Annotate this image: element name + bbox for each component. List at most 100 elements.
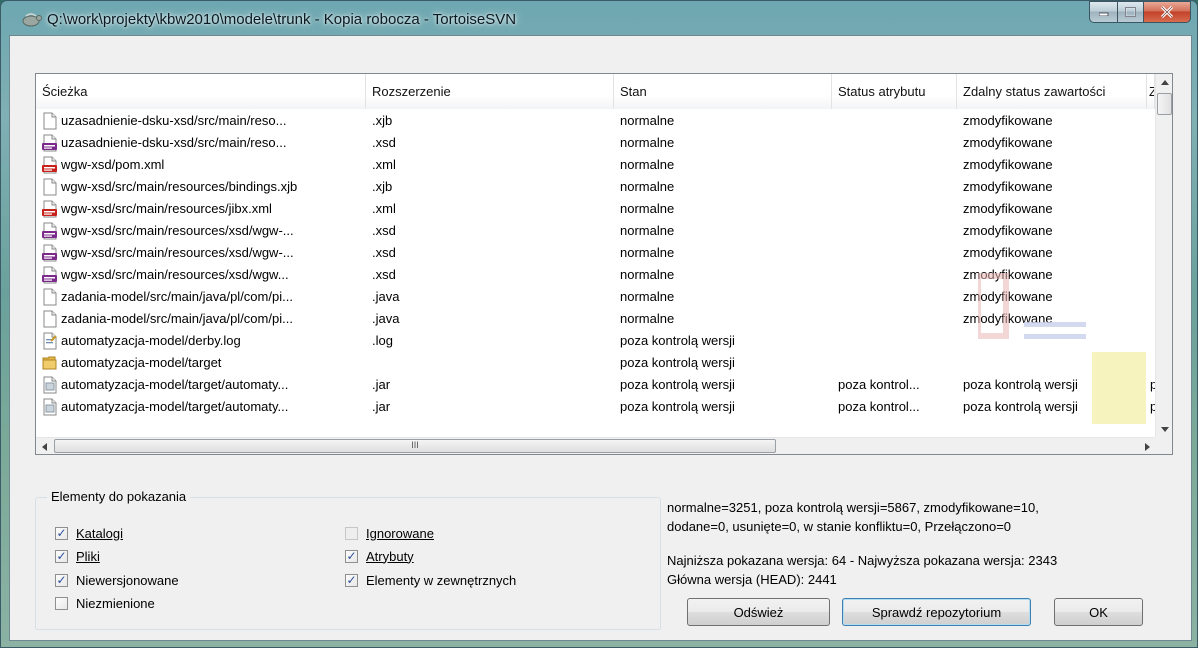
extra-cell: [1147, 242, 1155, 264]
arrow-down-icon: [1160, 427, 1169, 432]
table-row[interactable]: wgw-xsd/src/main/resources/xsd/wgw-... .x…: [36, 220, 1155, 242]
table-row[interactable]: uzasadnienie-dsku-xsd/src/main/reso... .x…: [36, 132, 1155, 154]
revision-range-info: Najniższa pokazana wersja: 64 - Najwyższ…: [667, 553, 1058, 568]
table-row[interactable]: uzasadnienie-dsku-xsd/src/main/reso... .x…: [36, 110, 1155, 132]
column-header-next[interactable]: Z: [1147, 74, 1155, 109]
table-row[interactable]: wgw-xsd/src/main/resources/xsd/wgw... .xs…: [36, 264, 1155, 286]
table-row[interactable]: wgw-xsd/src/main/resources/jibx.xml .xml n…: [36, 198, 1155, 220]
file-list[interactable]: Ścieżka Rozszerzenie Stan Status atrybut…: [35, 73, 1173, 455]
path-text: wgw-xsd/pom.xml: [61, 157, 165, 172]
path-cell: automatyzacja-model/derby.log: [36, 330, 366, 352]
ok-button[interactable]: OK: [1054, 598, 1143, 626]
table-row[interactable]: automatyzacja-model/target/automaty... .j…: [36, 374, 1155, 396]
close-button[interactable]: [1144, 1, 1191, 23]
horizontal-scroll-thumb[interactable]: III: [54, 439, 776, 453]
ext-cell: .java: [372, 289, 400, 304]
checkbox-box[interactable]: [55, 526, 68, 540]
attr-cell: [832, 176, 957, 198]
status-cell: normalne: [620, 311, 675, 326]
attr-cell: [832, 242, 957, 264]
folder-icon: [42, 354, 58, 372]
checkbox-box[interactable]: [345, 526, 358, 540]
scroll-right-button[interactable]: [1139, 438, 1156, 455]
column-header-extension[interactable]: Rozszerzenie: [366, 74, 614, 109]
remote-cell: zmodyfikowane: [963, 245, 1053, 260]
maximize-button[interactable]: [1117, 1, 1144, 23]
attr-cell: [832, 352, 957, 374]
attr-cell: [832, 308, 957, 330]
column-header-attr-status[interactable]: Status atrybutu: [832, 74, 957, 109]
checkbox-files[interactable]: Pliki: [55, 547, 100, 565]
status-cell: normalne: [620, 157, 675, 172]
attr-cell: [832, 154, 957, 176]
checkbox-label: Niezmienione: [76, 595, 155, 611]
title-bar[interactable]: Q:\work\projekty\kbw2010\modele\trunk - …: [1, 1, 1197, 35]
ext-cell: .jar: [372, 377, 391, 392]
extra-cell: [1147, 286, 1155, 308]
attr-cell: [832, 110, 957, 132]
check-repository-button[interactable]: Sprawdź repozytorium: [842, 598, 1031, 626]
table-row[interactable]: zadania-model/src/main/java/pl/com/pi...…: [36, 286, 1155, 308]
xsd-file-icon: [42, 266, 58, 284]
extra-cell: [1147, 132, 1155, 154]
checkbox-directories[interactable]: Katalogi: [55, 524, 123, 542]
jar-file-icon: [42, 398, 58, 416]
path-cell: uzasadnienie-dsku-xsd/src/main/reso...: [36, 110, 366, 132]
checkbox-unversioned[interactable]: Niewersjonowane: [55, 571, 179, 589]
column-header-status[interactable]: Stan: [614, 74, 832, 109]
file-icon: [42, 288, 58, 306]
checkbox-box[interactable]: [55, 596, 68, 610]
list-header: Ścieżka Rozszerzenie Stan Status atrybut…: [36, 74, 1155, 109]
path-text: automatyzacja-model/target/automaty...: [61, 377, 289, 392]
extra-cell: p: [1150, 399, 1155, 414]
status-summary-line-2: dodane=0, usunięte=0, w stanie konfliktu…: [667, 519, 1012, 534]
table-row[interactable]: automatyzacja-model/target/automaty... .j…: [36, 396, 1155, 418]
path-cell: wgw-xsd/src/main/resources/jibx.xml: [36, 198, 366, 220]
checkbox-externals[interactable]: Elementy w zewnętrznych: [345, 571, 516, 589]
checkbox-properties[interactable]: Atrybuty: [345, 547, 414, 565]
table-row[interactable]: zadania-model/src/main/java/pl/com/pi...…: [36, 308, 1155, 330]
table-row[interactable]: wgw-xsd/pom.xml .xml normalne zmodyfikowane: [36, 154, 1155, 176]
scroll-grip: III: [411, 440, 419, 450]
xsd-file-icon: [42, 134, 58, 152]
table-row[interactable]: automatyzacja-model/derby.log .log poza ko…: [36, 330, 1155, 352]
attr-cell: [832, 264, 957, 286]
ext-cell: .xml: [372, 201, 396, 216]
checkbox-box[interactable]: [55, 549, 68, 563]
path-cell: wgw-xsd/src/main/resources/xsd/wgw-...: [36, 242, 366, 264]
horizontal-scrollbar[interactable]: III: [36, 437, 1156, 454]
window-title: Q:\work\projekty\kbw2010\modele\trunk - …: [47, 11, 517, 28]
scroll-up-button[interactable]: [1156, 74, 1173, 91]
arrow-left-icon: [42, 442, 47, 451]
refresh-button[interactable]: Odśwież: [687, 598, 830, 626]
remote-cell: zmodyfikowane: [963, 201, 1053, 216]
attr-cell: [832, 286, 957, 308]
minimize-button[interactable]: [1089, 1, 1117, 23]
path-cell: wgw-xsd/pom.xml: [36, 154, 366, 176]
scroll-left-button[interactable]: [36, 438, 53, 455]
scroll-down-button[interactable]: [1156, 421, 1173, 438]
jar-file-icon: [42, 376, 58, 394]
path-text: wgw-xsd/src/main/resources/jibx.xml: [61, 201, 272, 216]
column-header-path[interactable]: Ścieżka: [36, 74, 366, 109]
checkbox-ignored[interactable]: Ignorowane: [345, 524, 434, 542]
extra-cell: [1147, 176, 1155, 198]
checkbox-box[interactable]: [345, 573, 358, 587]
status-cell: normalne: [620, 179, 675, 194]
vertical-scroll-thumb[interactable]: [1157, 93, 1172, 115]
table-row[interactable]: automatyzacja-model/target poza kontrolą …: [36, 352, 1155, 374]
checkbox-box[interactable]: [345, 549, 358, 563]
file-icon: [42, 112, 58, 130]
checkbox-unmodified[interactable]: Niezmienione: [55, 594, 155, 612]
remote-cell: zmodyfikowane: [963, 223, 1053, 238]
checkbox-box[interactable]: [55, 573, 68, 587]
table-row[interactable]: wgw-xsd/src/main/resources/xsd/wgw-... .x…: [36, 242, 1155, 264]
extra-cell: p: [1150, 377, 1155, 392]
status-cell: poza kontrolą wersji: [620, 399, 735, 414]
vertical-scrollbar[interactable]: [1155, 74, 1172, 438]
table-row[interactable]: wgw-xsd/src/main/resources/bindings.xjb.…: [36, 176, 1155, 198]
column-header-remote-status[interactable]: Zdalny status zawartości: [957, 74, 1147, 109]
extra-cell: [1147, 220, 1155, 242]
remote-cell: zmodyfikowane: [963, 113, 1053, 128]
remote-cell: [957, 330, 1147, 352]
